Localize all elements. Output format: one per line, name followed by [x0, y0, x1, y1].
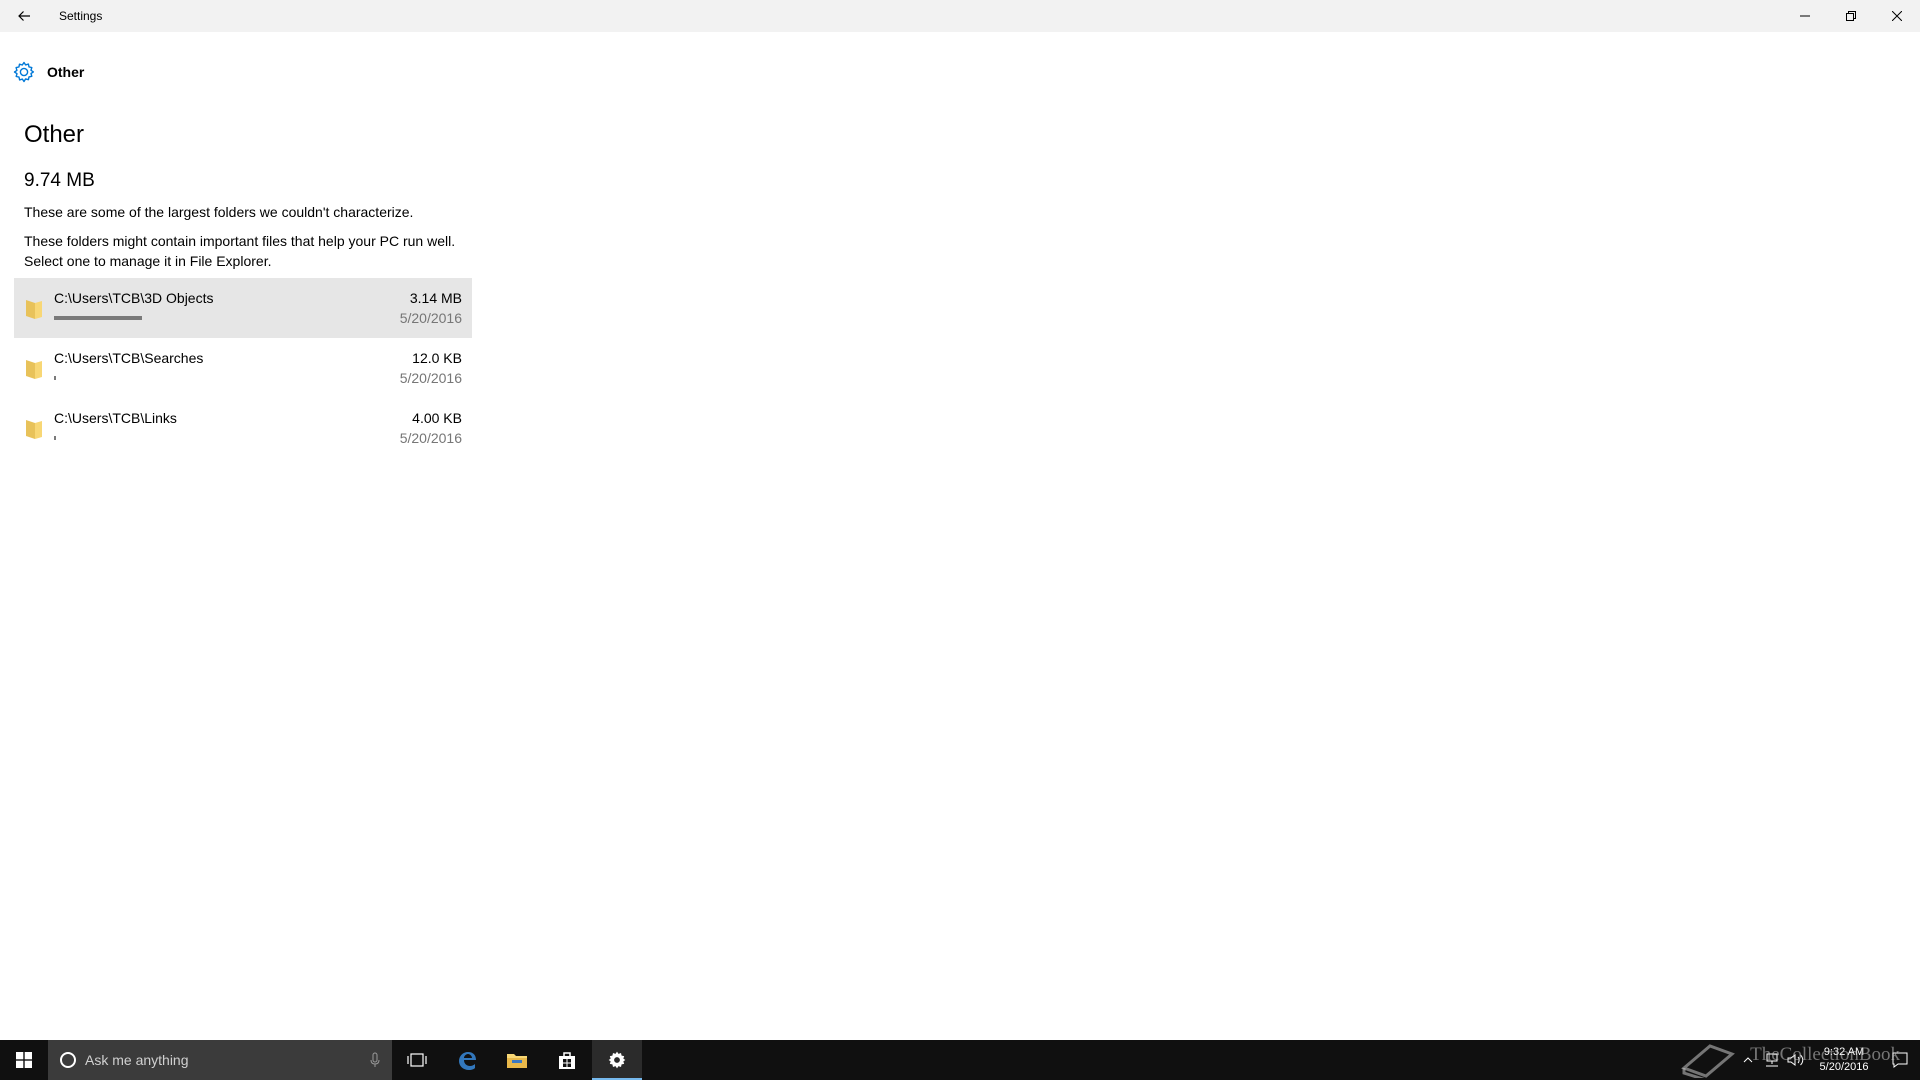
microphone-icon[interactable]: [370, 1052, 380, 1068]
page-header-label: Other: [47, 64, 85, 80]
book-icon: [1681, 1044, 1736, 1078]
window-controls: [1782, 0, 1920, 32]
description-text: These are some of the largest folders we…: [24, 204, 414, 220]
folder-path: C:\Users\TCB\Searches: [54, 350, 204, 366]
folder-row[interactable]: C:\Users\TCB\Links 4.00 KB 5/20/2016: [14, 398, 472, 458]
minimize-icon: [1800, 15, 1810, 17]
search-box[interactable]: Ask me anything: [48, 1040, 392, 1080]
folder-size: 3.14 MB: [409, 290, 462, 306]
folder-date: 5/20/2016: [399, 310, 462, 326]
usage-bar: [54, 436, 304, 440]
folder-date: 5/20/2016: [399, 370, 462, 386]
folder-row[interactable]: C:\Users\TCB\Searches 12.0 KB 5/20/2016: [14, 338, 472, 398]
folder-size: 4.00 KB: [412, 410, 462, 426]
back-button[interactable]: [0, 0, 48, 32]
file-explorer-button[interactable]: [492, 1040, 542, 1080]
usage-bar-fill: [54, 436, 56, 440]
folder-row[interactable]: C:\Users\TCB\3D Objects 3.14 MB 5/20/201…: [14, 278, 472, 338]
page-title: Other: [24, 121, 85, 148]
folder-path: C:\Users\TCB\3D Objects: [54, 290, 214, 306]
back-arrow-icon: [18, 11, 30, 21]
system-tray: TheCollectionBook 9:32 AM 5/20/2016: [1681, 1040, 1920, 1080]
usage-bar-fill: [54, 316, 142, 320]
usage-bar: [54, 376, 304, 380]
watermark: TheCollectionBook: [1681, 1044, 1900, 1078]
instruction-text: These folders might contain important fi…: [24, 233, 456, 269]
gear-icon: [13, 61, 35, 83]
total-size: 9.74 MB: [24, 170, 95, 191]
store-icon: [559, 1052, 575, 1069]
restore-button[interactable]: [1828, 0, 1874, 32]
windows-logo-icon: [16, 1052, 32, 1068]
page-header: Other: [12, 60, 84, 84]
cortana-icon: [60, 1052, 76, 1068]
minimize-button[interactable]: [1782, 0, 1828, 32]
close-button[interactable]: [1874, 0, 1920, 32]
usage-bar-fill: [54, 376, 56, 380]
file-explorer-icon: [507, 1054, 527, 1068]
taskbar: Ask me anything TheCollectionBook 9:32 A…: [0, 1040, 1920, 1080]
restore-icon: [1846, 11, 1856, 21]
edge-icon: [459, 1052, 476, 1070]
edge-button[interactable]: [442, 1040, 492, 1080]
task-view-icon: [407, 1053, 427, 1067]
folder-size: 12.0 KB: [412, 350, 462, 366]
folder-date: 5/20/2016: [399, 430, 462, 446]
watermark-text: TheCollectionBook: [1750, 1044, 1900, 1065]
folder-icon: [26, 420, 42, 439]
title-bar: Settings: [0, 0, 1920, 32]
folder-icon: [26, 360, 42, 379]
search-placeholder: Ask me anything: [85, 1052, 189, 1068]
close-icon: [1892, 11, 1902, 21]
settings-icon: [608, 1051, 626, 1069]
folder-list: C:\Users\TCB\3D Objects 3.14 MB 5/20/201…: [14, 278, 472, 458]
store-button[interactable]: [542, 1040, 592, 1080]
task-view-button[interactable]: [392, 1040, 442, 1080]
folder-icon: [26, 300, 42, 319]
settings-taskbar-button[interactable]: [592, 1040, 642, 1080]
window-title: Settings: [59, 9, 103, 23]
folder-path: C:\Users\TCB\Links: [54, 410, 177, 426]
usage-bar: [54, 316, 304, 320]
start-button[interactable]: [0, 1040, 48, 1080]
